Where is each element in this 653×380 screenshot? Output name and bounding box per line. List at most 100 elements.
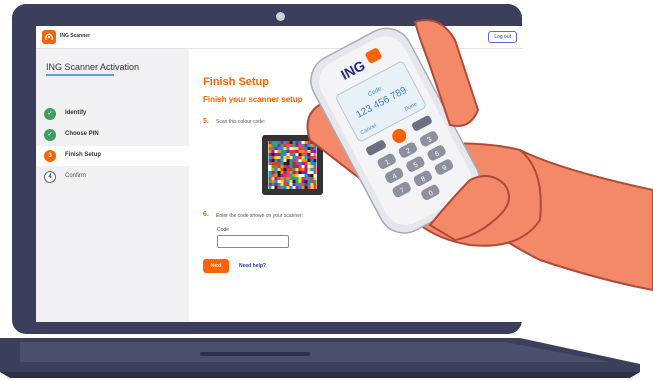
colour-code-cell (304, 144, 308, 147)
colour-code-cell (310, 183, 314, 186)
colour-code-cell (295, 156, 299, 159)
colour-code-cell (310, 141, 314, 144)
colour-code-cell (292, 186, 296, 189)
colour-code-cell (277, 159, 281, 162)
colour-code-cell (298, 186, 302, 189)
colour-code-cell (313, 165, 317, 168)
colour-code-cell (295, 186, 299, 189)
colour-code-cell (304, 162, 308, 165)
colour-code-cell (286, 153, 290, 156)
colour-code-cell (280, 186, 284, 189)
colour-code-cell (289, 144, 293, 147)
colour-code-cell (286, 177, 290, 180)
colour-code-cell (274, 159, 278, 162)
colour-code-cell (310, 144, 314, 147)
colour-code-cell (292, 147, 296, 150)
colour-code-cell (280, 174, 284, 177)
colour-code-cell (298, 162, 302, 165)
colour-code-cell (280, 153, 284, 156)
colour-code-cell (274, 168, 278, 171)
sidebar-step-identify[interactable]: ✓ Identify (36, 104, 189, 124)
colour-code-cell (295, 141, 299, 144)
colour-code-cell (292, 159, 296, 162)
colour-code-cell (292, 153, 296, 156)
colour-code-cell (310, 168, 314, 171)
colour-code-cell (298, 180, 302, 183)
colour-code-cell (313, 156, 317, 159)
colour-code-cell (298, 177, 302, 180)
colour-code-cell (310, 150, 314, 153)
colour-code-cell (301, 174, 305, 177)
colour-code-cell (286, 174, 290, 177)
colour-code-cell (289, 165, 293, 168)
colour-code-cell (268, 171, 272, 174)
colour-code-cell (307, 168, 311, 171)
need-help-link[interactable]: Need help? (239, 263, 266, 269)
colour-code-cell (283, 186, 287, 189)
colour-code-cell (307, 144, 311, 147)
step-6-instruction: Enter the code shown on your scanner: (216, 213, 303, 219)
colour-code-cell (286, 171, 290, 174)
sidebar-title-underline (46, 74, 114, 76)
colour-code-cell (292, 141, 296, 144)
colour-code-cell (295, 180, 299, 183)
colour-code-cell (283, 153, 287, 156)
colour-code-cell (268, 186, 272, 189)
step-label: Finish Setup (65, 152, 101, 158)
colour-code-cell (286, 156, 290, 159)
colour-code-cell (289, 159, 293, 162)
colour-code-cell (313, 171, 317, 174)
colour-code-cell (268, 144, 272, 147)
sidebar-step-choose-pin[interactable]: ✓ Choose PIN (36, 125, 189, 145)
next-button[interactable]: Next (203, 259, 229, 273)
colour-code-cell (301, 153, 305, 156)
colour-code-cell (301, 156, 305, 159)
colour-code-cell (271, 162, 275, 165)
sidebar-step-finish-setup[interactable]: 3 Finish Setup (36, 146, 189, 166)
colour-code-cell (301, 141, 305, 144)
colour-code-frame (262, 135, 323, 195)
ing-logo-icon (42, 30, 56, 44)
colour-code-cell (307, 150, 311, 153)
colour-code-cell (310, 180, 314, 183)
colour-code-cell (307, 183, 311, 186)
colour-code-cell (268, 174, 272, 177)
colour-code-cell (304, 186, 308, 189)
colour-code-cell (274, 174, 278, 177)
colour-code-cell (295, 174, 299, 177)
colour-code-cell (271, 159, 275, 162)
colour-code-cell (313, 186, 317, 189)
colour-code-cell (304, 174, 308, 177)
colour-code-cell (304, 150, 308, 153)
colour-code-cell (295, 183, 299, 186)
colour-code-cell (280, 165, 284, 168)
colour-code-cell (304, 156, 308, 159)
colour-code-cell (313, 147, 317, 150)
colour-code-cell (280, 168, 284, 171)
code-input[interactable] (217, 235, 289, 248)
step-label: Identify (65, 110, 87, 116)
colour-code-cell (274, 141, 278, 144)
colour-code-cell (307, 165, 311, 168)
colour-code-cell (304, 168, 308, 171)
logout-button[interactable]: Log out (488, 31, 517, 43)
colour-code-cell (310, 174, 314, 177)
colour-code-cell (313, 180, 317, 183)
step-label: Confirm (65, 173, 87, 179)
code-label: Code (217, 227, 229, 233)
colour-code-cell (295, 168, 299, 171)
step-6-number: 6. (203, 211, 209, 218)
colour-code-cell (292, 180, 296, 183)
sidebar-step-confirm[interactable]: 4 Confirm (36, 167, 189, 187)
colour-code-cell (271, 156, 275, 159)
colour-code-cell (274, 186, 278, 189)
colour-code-cell (295, 150, 299, 153)
colour-code-cell (301, 177, 305, 180)
colour-code-cell (313, 177, 317, 180)
colour-code-cell (271, 168, 275, 171)
colour-code-cell (277, 174, 281, 177)
colour-code-cell (274, 153, 278, 156)
colour-code-cell (289, 180, 293, 183)
laptop-lid: ING Scanner Log out ING Scanner Activati… (12, 4, 523, 334)
colour-code-cell (289, 147, 293, 150)
